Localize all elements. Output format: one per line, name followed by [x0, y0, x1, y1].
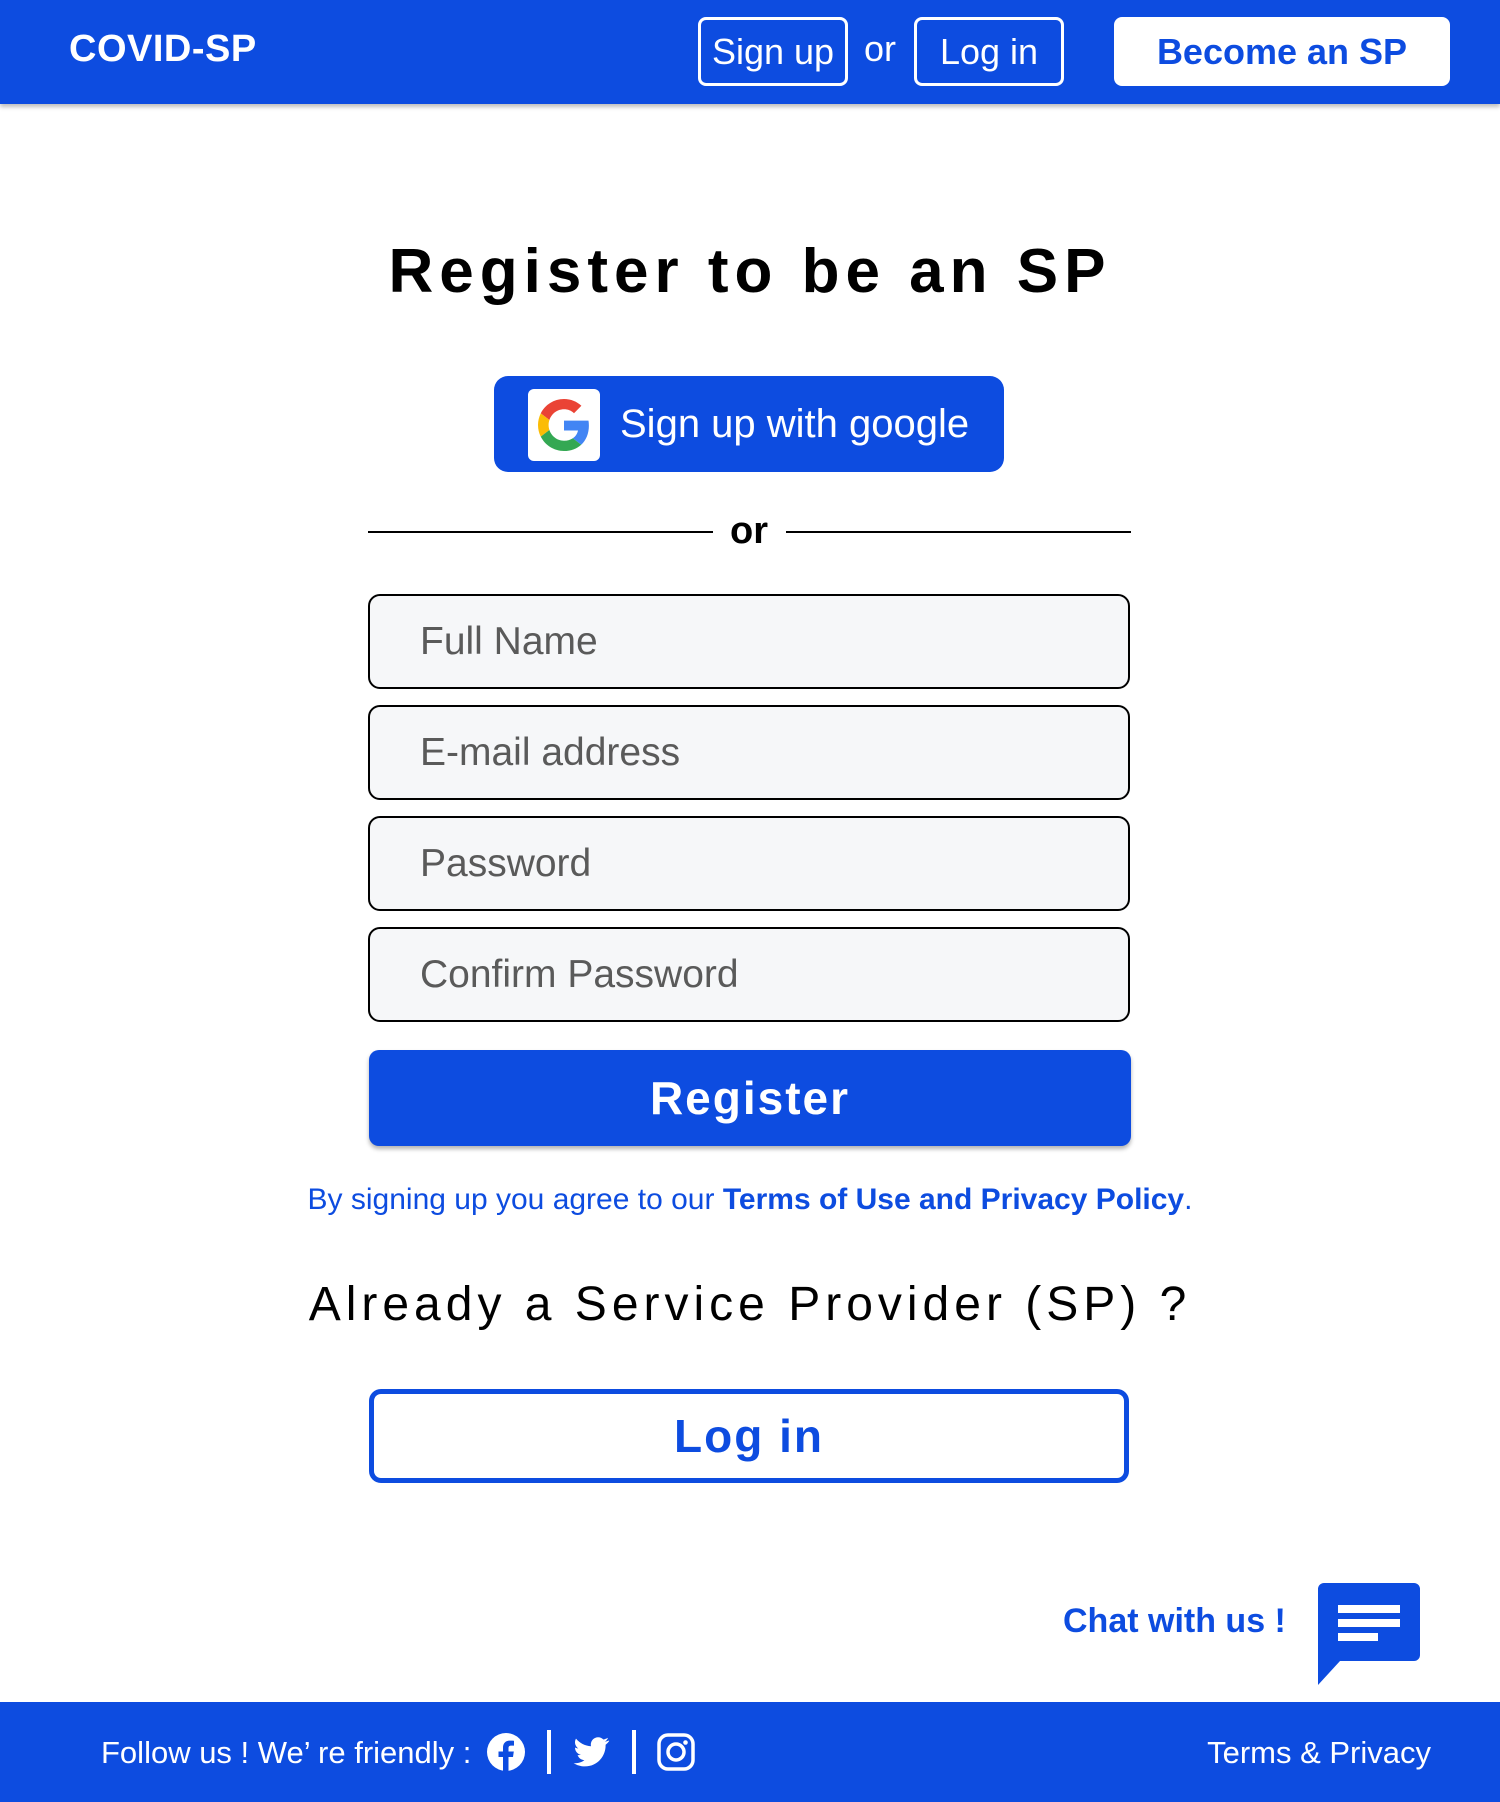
footer-terms-link[interactable]: Terms & Privacy	[1207, 1735, 1431, 1771]
full-name-field[interactable]	[368, 594, 1130, 689]
divider-line-right	[786, 531, 1131, 533]
google-signup-label: Sign up with google	[620, 402, 970, 446]
facebook-icon[interactable]	[486, 1732, 526, 1772]
google-signup-button[interactable]: Sign up with google	[494, 376, 1004, 472]
terms-link[interactable]: Terms of Use and Privacy Policy	[723, 1183, 1184, 1216]
follow-us-text: Follow us ! We’ re friendly :	[101, 1735, 472, 1770]
confirm-password-field[interactable]	[368, 927, 1130, 1022]
separator	[547, 1730, 551, 1774]
google-icon	[528, 389, 600, 461]
become-sp-button[interactable]: Become an SP	[1114, 17, 1450, 86]
password-field[interactable]	[368, 816, 1130, 911]
login-button[interactable]: Log in	[369, 1389, 1129, 1483]
page-title: Register to be an SP	[388, 237, 1112, 306]
signup-button[interactable]: Sign up	[698, 17, 848, 86]
divider-or-text: or	[730, 510, 768, 552]
register-button[interactable]: Register	[369, 1050, 1131, 1146]
brand-logo[interactable]: COVID-SP	[69, 28, 257, 71]
already-sp-heading: Already a Service Provider (SP) ?	[308, 1278, 1192, 1331]
header-login-button[interactable]: Log in	[914, 17, 1064, 86]
terms-prefix: By signing up you agree to our	[307, 1183, 723, 1216]
top-navbar: COVID-SP Sign up or Log in Become an SP	[0, 0, 1500, 104]
divider-line-left	[368, 531, 713, 533]
chat-bubble-icon[interactable]	[1318, 1583, 1420, 1685]
terms-suffix: .	[1184, 1183, 1193, 1216]
twitter-icon[interactable]	[571, 1732, 611, 1772]
email-field[interactable]	[368, 705, 1130, 800]
footer: Follow us ! We’ re friendly : Terms & Pr…	[0, 1702, 1500, 1802]
terms-notice: By signing up you agree to our Terms of …	[0, 1183, 1500, 1217]
instagram-icon[interactable]	[656, 1732, 696, 1772]
separator	[632, 1730, 636, 1774]
chat-link[interactable]: Chat with us !	[1063, 1602, 1286, 1641]
header-or-text: or	[864, 28, 897, 69]
